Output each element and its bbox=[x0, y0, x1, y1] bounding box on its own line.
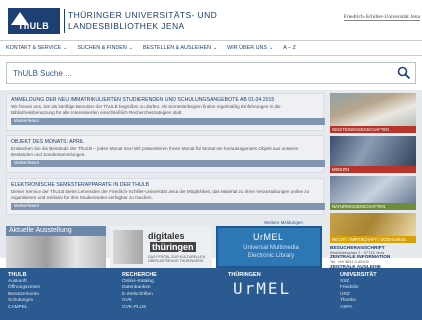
chevron-down-icon: ⌄ bbox=[212, 45, 218, 51]
news-item: ANMELDUNG DER NEU IMMATRIKULIERTEN STUDI… bbox=[6, 93, 325, 131]
title-line-1: THÜRINGER UNIVERSITÄTS- UND bbox=[68, 10, 218, 20]
subject-caption: GEISTESWISSENSCHAFTEN bbox=[330, 126, 416, 133]
footer-col-recherche: RECHERCHE Online-Katalog Datenbanken E-Z… bbox=[122, 272, 157, 311]
subject-tile-naturwissenschaften[interactable]: NATURWISSENSCHAFTEN bbox=[330, 176, 416, 210]
footer-urmel-logo[interactable]: UrMEL bbox=[233, 279, 291, 298]
site-footer: THULB Auskunft Öffnungszeiten Benutzerko… bbox=[0, 268, 422, 320]
subject-tile-medizin[interactable]: MEDIZIN bbox=[330, 136, 416, 173]
read-more-link[interactable]: Weiterlesen bbox=[11, 203, 325, 210]
nav-a-z[interactable]: A – Z bbox=[283, 45, 296, 51]
digitales-thueringen-tile[interactable]: digitales thüringen DAS PORTAL ZUR KULTU… bbox=[110, 226, 212, 268]
news-item: OBJEKT DES MONATS: APRIL Entdecken Sie d… bbox=[6, 135, 325, 173]
subject-caption: RECHT / WIRTSCHAFT / SOZIALWISS. bbox=[330, 236, 416, 243]
footer-heading: RECHERCHE bbox=[122, 272, 157, 278]
subject-caption: NATURWISSENSCHAFTEN bbox=[330, 203, 416, 210]
news-item: ELEKTRONISCHE SEMESTERAPPARATE IN DER TH… bbox=[6, 178, 325, 215]
footer-heading: UNIVERSITÄT bbox=[340, 272, 377, 278]
footer-col-thulb: THULB Auskunft Öffnungszeiten Benutzerko… bbox=[8, 272, 40, 311]
footer-heading: THÜRINGEN bbox=[228, 272, 261, 278]
nav-label: A – Z bbox=[283, 45, 296, 51]
read-more-link[interactable]: Weiterlesen bbox=[11, 118, 325, 125]
digitales-title: digitales bbox=[148, 231, 185, 241]
exhibition-tile[interactable]: Aktuelle Ausstellung bbox=[6, 226, 106, 268]
footer-col-thueringen: THÜRINGEN bbox=[228, 272, 261, 279]
news-body: Wir freuen uns, Sie als künftige Benutze… bbox=[11, 104, 281, 115]
site-header: ThULB THÜRINGER UNIVERSITÄTS- UND LANDES… bbox=[0, 0, 422, 40]
nav-wir-ueber-uns[interactable]: WIR ÜBER UNS ⌄ bbox=[227, 45, 273, 51]
subject-tile-geisteswissenschaften[interactable]: GEISTESWISSENSCHAFTEN bbox=[330, 93, 416, 133]
news-headline[interactable]: ANMELDUNG DER NEU IMMATRIKULIERTEN STUDI… bbox=[11, 97, 319, 103]
library-title[interactable]: THÜRINGER UNIVERSITÄTS- UND LANDESBIBLIO… bbox=[68, 10, 217, 32]
footer-link[interactable]: Öffnungszeiten bbox=[8, 285, 40, 291]
thulb-logo[interactable]: ThULB bbox=[8, 8, 60, 34]
footer-col-universitaet: UNIVERSITÄT SSZ Friedolin URZ Thoska ASP… bbox=[340, 272, 377, 311]
thueringen-title: thüringen bbox=[150, 242, 196, 252]
search-input[interactable] bbox=[7, 63, 392, 83]
nav-kontakt-service[interactable]: KONTAKT & SERVICE ⌄ bbox=[6, 45, 67, 51]
nav-bestellen-ausleihen[interactable]: BESTELLEN & AUSLEIHEN ⌄ bbox=[143, 45, 217, 51]
fsu-link[interactable]: Friedrich-Schiller-Universität Jena bbox=[343, 14, 420, 21]
read-more-link[interactable]: Weiterlesen bbox=[11, 160, 325, 167]
nav-suchen-finden[interactable]: SUCHEN & FINDEN ⌄ bbox=[77, 45, 133, 51]
main-nav: KONTAKT & SERVICE ⌄ SUCHEN & FINDEN ⌄ BEST… bbox=[0, 40, 422, 56]
nav-label: SUCHEN & FINDEN bbox=[77, 45, 127, 51]
search-box bbox=[6, 62, 416, 84]
chevron-down-icon: ⌄ bbox=[269, 45, 274, 51]
portrait-image bbox=[113, 230, 143, 264]
news-body: Dieser Service der ThULB bietet Lehrende… bbox=[11, 189, 310, 200]
urmel-tile[interactable]: UrMEL Universal Multimedia Electronic Li… bbox=[216, 226, 322, 268]
subject-caption: MEDIZIN bbox=[330, 166, 416, 173]
logo-text: ThULB bbox=[18, 21, 49, 31]
urmel-logo: UrMEL bbox=[253, 232, 284, 242]
more-news-link[interactable]: Weitere Meldungen bbox=[264, 220, 303, 225]
urmel-line-1: Universal Multimedia bbox=[243, 245, 299, 251]
title-line-2: LANDESBIBLIOTHEK JENA bbox=[68, 21, 185, 31]
footer-heading: THULB bbox=[8, 272, 27, 278]
subject-tile-recht[interactable]: RECHT / WIRTSCHAFT / SOZIALWISS. bbox=[330, 213, 416, 243]
chevron-down-icon: ⌄ bbox=[128, 45, 133, 51]
news-body: Entdecken Sie die Bestände der ThULB – j… bbox=[11, 146, 299, 157]
title-divider bbox=[64, 9, 65, 33]
footer-link[interactable]: GVK-PLUS bbox=[122, 305, 157, 311]
urmel-line-2: Electronic Library bbox=[247, 253, 295, 259]
digitales-subtitle: DAS PORTAL ZUR KULTURELLEN ÜBERLIEFERUNG… bbox=[148, 255, 206, 264]
nav-label: WIR ÜBER UNS bbox=[227, 45, 268, 51]
exhibition-image bbox=[6, 236, 106, 268]
news-headline[interactable]: ELEKTRONISCHE SEMESTERAPPARATE IN DER TH… bbox=[11, 182, 319, 188]
nav-label: BESTELLEN & AUSLEIHEN bbox=[142, 45, 211, 51]
exhibition-label: Aktuelle Ausstellung bbox=[6, 226, 106, 236]
search-icon[interactable] bbox=[397, 66, 411, 80]
footer-link[interactable]: ASPA bbox=[340, 305, 377, 311]
footer-link[interactable]: CAMPEL bbox=[8, 305, 40, 311]
chevron-down-icon: ⌄ bbox=[63, 45, 68, 51]
nav-label: KONTAKT & SERVICE bbox=[6, 45, 62, 51]
news-headline[interactable]: OBJEKT DES MONATS: APRIL bbox=[11, 139, 319, 145]
